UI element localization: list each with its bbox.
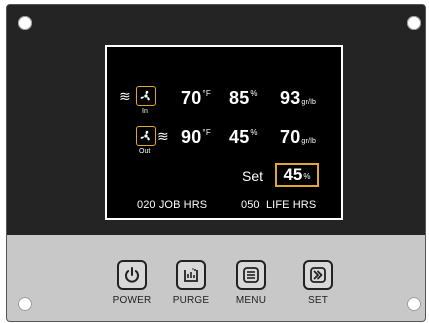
set-button[interactable] [303, 260, 333, 290]
screw-icon [18, 16, 32, 30]
set-button-label: SET [307, 295, 329, 306]
power-button-label: POWER [112, 295, 152, 306]
inlet-humidity: 85% [229, 88, 258, 108]
purge-icon [184, 268, 198, 282]
outlet-label: Out [139, 148, 151, 155]
set-control: SET [288, 260, 348, 306]
outlet-grains: 70gr/lb [280, 127, 317, 147]
setpoint-label: Set [242, 168, 264, 184]
screw-icon [407, 16, 421, 30]
life-hours: 050 LIFE HRS [241, 199, 317, 211]
purge-button-label: PURGE [172, 295, 210, 306]
airflow-icon: ≋ [157, 128, 169, 144]
inlet-temperature: 70°F [181, 88, 211, 108]
forward-icon [310, 267, 326, 283]
power-button[interactable] [117, 260, 147, 290]
purge-button[interactable] [176, 260, 206, 290]
setpoint-value: 45% [275, 163, 319, 187]
outlet-temperature: 90°F [181, 127, 211, 147]
inlet-label: In [142, 108, 148, 115]
menu-icon [243, 267, 259, 283]
power-control: POWER [102, 260, 162, 306]
menu-button-label: MENU [235, 295, 267, 306]
job-hours: 020 JOB HRS [137, 199, 208, 211]
menu-button[interactable] [236, 260, 266, 290]
menu-control: MENU [221, 260, 281, 306]
lcd-display: ≋ In 70°F 85% 93gr/lb ≋ Out 90°F 45% 70g… [105, 45, 343, 220]
screw-icon [407, 297, 421, 311]
outlet-fan-icon [136, 126, 156, 146]
screw-icon [18, 297, 32, 311]
power-icon [125, 267, 139, 283]
inlet-fan-icon [136, 86, 156, 106]
outlet-humidity: 45% [229, 127, 258, 147]
inlet-grains: 93gr/lb [280, 88, 317, 108]
purge-control: PURGE [161, 260, 221, 306]
airflow-icon: ≋ [119, 88, 131, 104]
control-panel: ≋ In 70°F 85% 93gr/lb ≋ Out 90°F 45% 70g… [6, 4, 426, 322]
